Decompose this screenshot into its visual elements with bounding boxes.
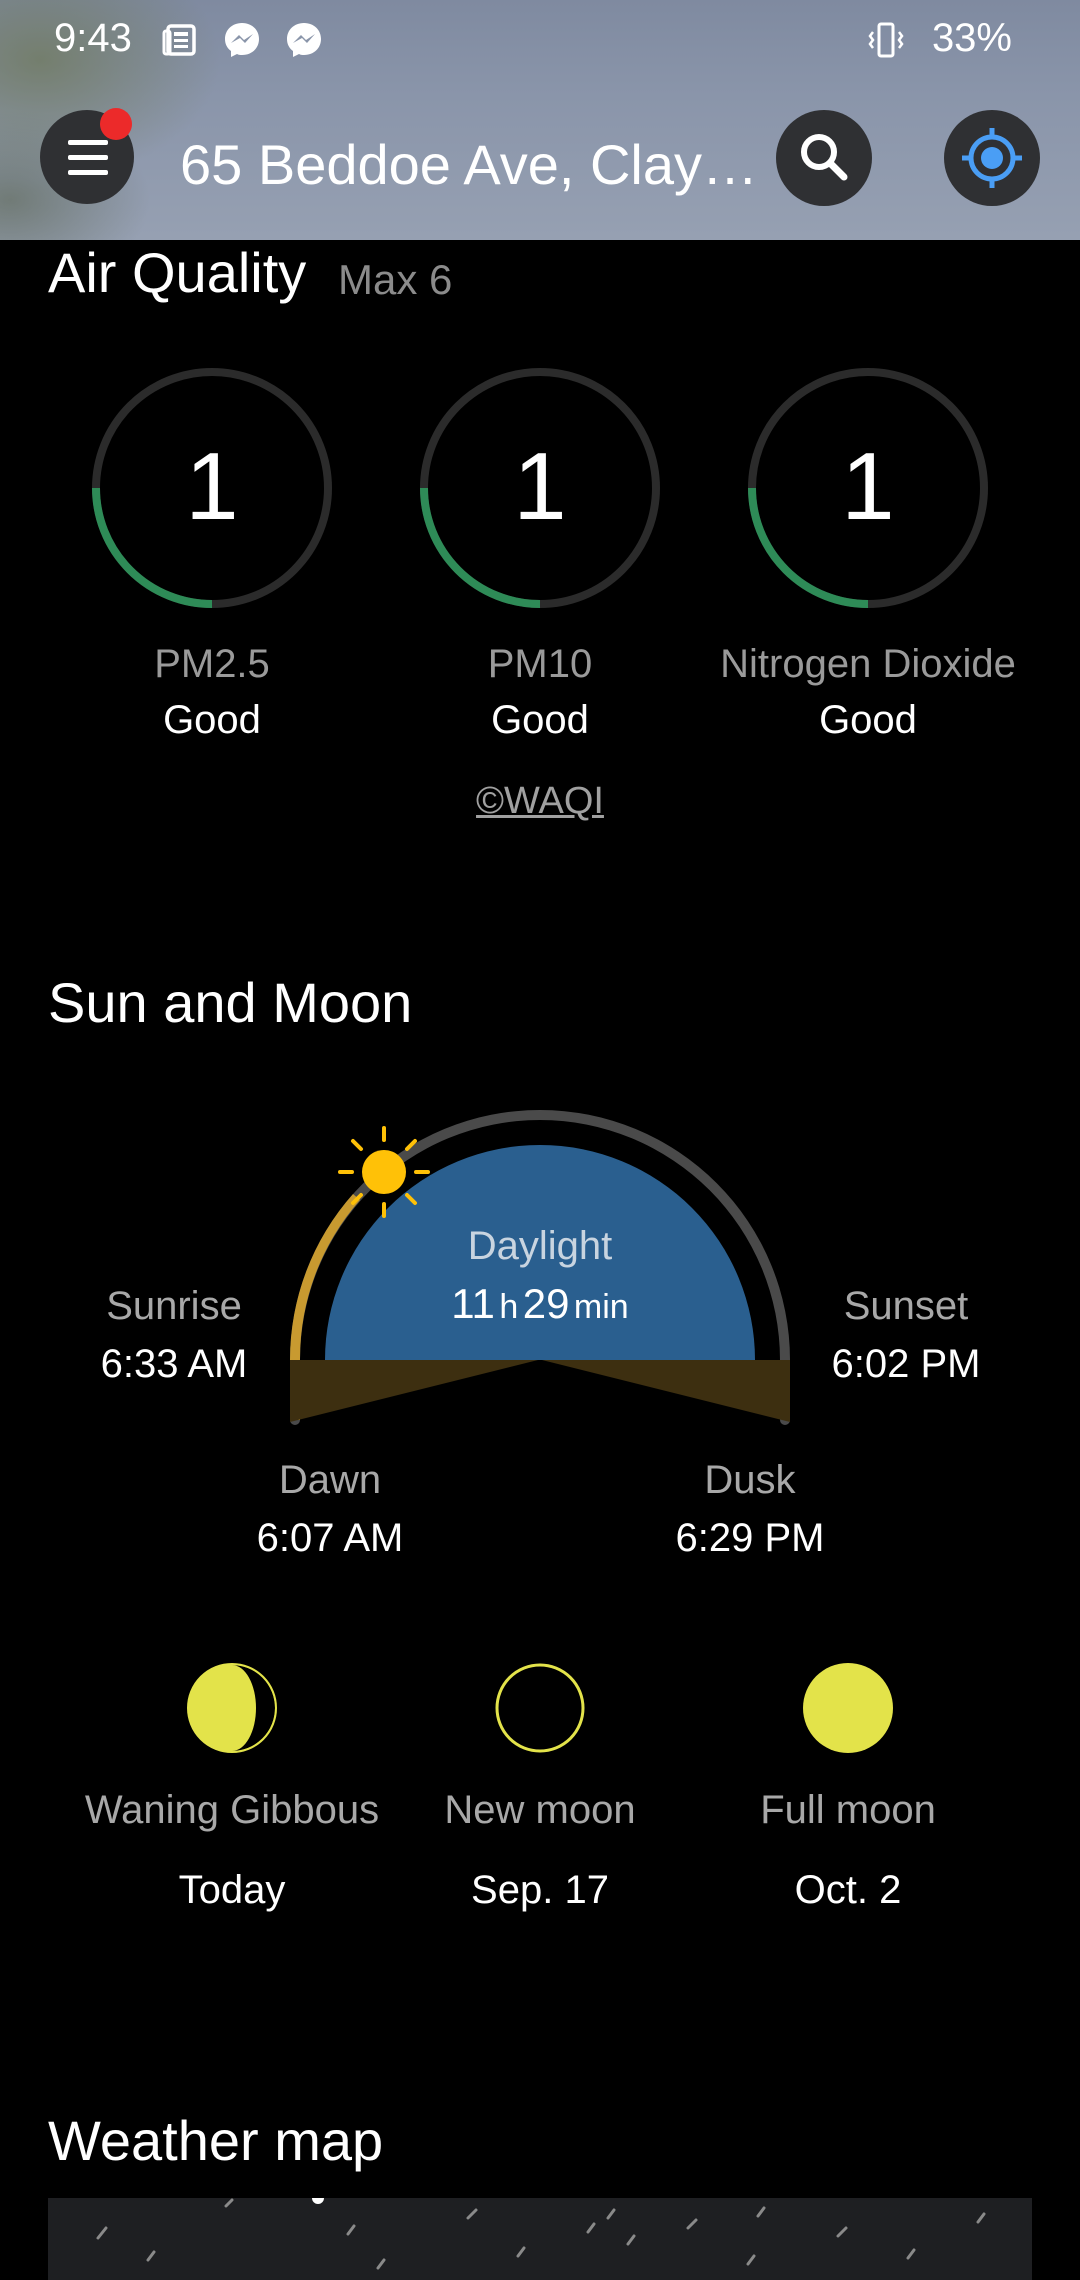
locate-button[interactable] — [944, 110, 1040, 206]
weather-map-preview[interactable] — [48, 2198, 1032, 2280]
weather-app-screen: 9:43 33% 65 Beddoe Ave, Clay… Air Qualit… — [0, 0, 1080, 2280]
messenger-icon — [287, 23, 321, 57]
aq-value-pm10: 1 — [513, 433, 567, 540]
moon-phase-date: Today — [178, 1868, 286, 1912]
dawn-twilight-wedge — [290, 1360, 538, 1422]
messenger-icon — [225, 23, 259, 57]
aq-status-pm25: Good — [163, 698, 261, 742]
full-moon-date: Oct. 2 — [794, 1868, 902, 1912]
sunset-time: 6:02 PM — [831, 1342, 981, 1386]
aq-status-pm10: Good — [491, 698, 589, 742]
daylight-hours: 11 — [451, 1280, 495, 1327]
daylight-duration: 11 h 29 min — [390, 1280, 690, 1328]
sunrise-label: Sunrise — [106, 1284, 242, 1328]
vibrate-icon — [868, 22, 904, 58]
air-quality-title: Air Quality — [48, 241, 307, 304]
sun-moon-title: Sun and Moon — [48, 971, 413, 1034]
sunset-label: Sunset — [843, 1284, 969, 1328]
status-bar: 9:43 33% — [0, 0, 1080, 80]
search-button[interactable] — [776, 110, 872, 206]
aq-status-no2: Good — [819, 698, 917, 742]
dawn-time: 6:07 AM — [256, 1516, 404, 1560]
notification-badge — [100, 108, 132, 140]
dawn-label: Dawn — [278, 1458, 382, 1502]
waqi-source-link[interactable]: ©WAQI — [440, 780, 640, 823]
sun-icon — [338, 1126, 430, 1218]
location-title[interactable]: 65 Beddoe Ave, Clay… — [180, 132, 770, 197]
aq-label-pm25: PM2.5 — [154, 642, 270, 686]
battery-level: 33% — [931, 16, 1012, 60]
aq-value-no2: 1 — [841, 433, 895, 540]
daylight-hours-unit: h — [499, 1288, 519, 1326]
daylight-minutes-unit: min — [573, 1288, 629, 1326]
new-moon-label: New moon — [444, 1788, 636, 1832]
aq-value-pm25: 1 — [185, 433, 239, 540]
rain-streaks-overlay — [96, 2198, 986, 2270]
air-quality-max: Max 6 — [338, 256, 453, 303]
my-location-icon — [962, 128, 1022, 188]
news-icon — [162, 24, 196, 56]
dusk-label: Dusk — [704, 1458, 796, 1502]
status-time: 9:43 — [54, 16, 132, 60]
full-moon-icon — [803, 1663, 893, 1753]
full-moon-label: Full moon — [760, 1788, 936, 1832]
aq-label-no2: Nitrogen Dioxide — [720, 642, 1016, 686]
waning-gibbous-moon-icon — [187, 1663, 277, 1753]
daylight-minutes: 29 — [522, 1280, 570, 1327]
weather-map-title: Weather map — [48, 2109, 384, 2172]
dusk-time: 6:29 PM — [675, 1516, 825, 1560]
search-icon — [801, 134, 848, 181]
sunrise-time: 6:33 AM — [100, 1342, 248, 1386]
dusk-twilight-wedge — [542, 1360, 790, 1422]
daylight-label: Daylight — [467, 1224, 613, 1268]
new-moon-icon — [495, 1663, 585, 1753]
aq-label-pm10: PM10 — [487, 642, 593, 686]
new-moon-date: Sep. 17 — [471, 1868, 609, 1912]
moon-phase-label: Waning Gibbous — [84, 1788, 380, 1832]
app-header: 9:43 33% 65 Beddoe Ave, Clay… — [0, 0, 1080, 240]
